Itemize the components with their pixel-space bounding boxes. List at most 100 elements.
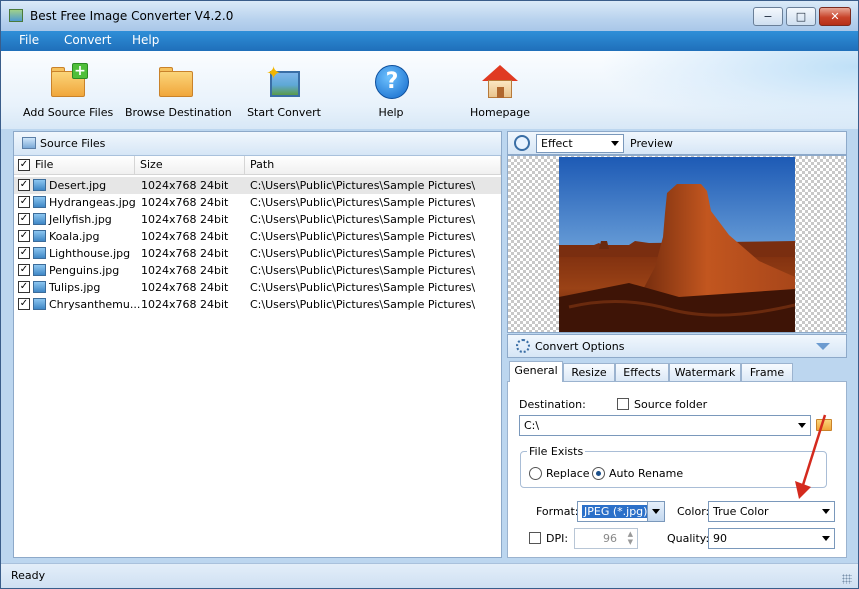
- row-checkbox[interactable]: ✓: [18, 281, 30, 293]
- preview-label: Preview: [630, 137, 673, 150]
- convert-options-title: Convert Options: [535, 340, 625, 353]
- menu-convert[interactable]: Convert: [64, 33, 111, 47]
- help-icon: ?: [371, 63, 411, 99]
- table-row[interactable]: ✓ Hydrangeas.jpg 1024x768 24bit C:\Users\Pu…: [14, 194, 501, 211]
- home-icon: [480, 63, 520, 99]
- column-header: ✓ File Size Path: [14, 156, 501, 175]
- image-thumbnail-icon: [33, 230, 46, 242]
- chevron-down-icon: [611, 141, 619, 146]
- path-cell: C:\Users\Public\Pictures\Sample Pictures…: [250, 298, 476, 311]
- dpi-spinner[interactable]: 96 ▲ ▼: [574, 528, 638, 549]
- collapse-chevron-icon[interactable]: [816, 343, 830, 350]
- row-checkbox[interactable]: ✓: [18, 230, 30, 242]
- tab-frame[interactable]: Frame: [741, 363, 793, 381]
- convert-options-header[interactable]: Convert Options: [507, 334, 847, 358]
- table-row[interactable]: ✓ Lighthouse.jpg 1024x768 24bit C:\Users\Pu…: [14, 245, 501, 262]
- size-cell: 1024x768 24bit: [141, 179, 229, 192]
- chevron-down-icon: [822, 509, 830, 514]
- size-cell: 1024x768 24bit: [141, 213, 229, 226]
- format-label: Format:: [536, 505, 579, 518]
- color-select[interactable]: True Color: [708, 501, 835, 522]
- tab-general[interactable]: General: [509, 361, 563, 382]
- row-checkbox[interactable]: ✓: [18, 179, 30, 191]
- table-row[interactable]: ✓ Koala.jpg 1024x768 24bit C:\Users\Public\…: [14, 228, 501, 245]
- row-checkbox[interactable]: ✓: [18, 264, 30, 276]
- title-bar[interactable]: Best Free Image Converter V4.2.0 − □ ✕: [1, 1, 858, 31]
- file-name-cell: Jellyfish.jpg: [49, 213, 112, 226]
- add-source-files-label: Add Source Files: [23, 106, 114, 119]
- help-button[interactable]: ? Help: [367, 59, 415, 125]
- close-button[interactable]: ✕: [819, 7, 851, 26]
- homepage-button[interactable]: Homepage: [470, 59, 530, 125]
- app-icon: [9, 9, 23, 22]
- resize-grip-icon[interactable]: [842, 574, 852, 584]
- replace-radio[interactable]: [529, 467, 542, 480]
- format-select[interactable]: JPEG (*.jpg): [577, 501, 665, 522]
- size-cell: 1024x768 24bit: [141, 281, 229, 294]
- file-name-cell: Chrysanthemu...: [49, 298, 141, 311]
- start-convert-button[interactable]: ✦ Start Convert: [245, 59, 323, 125]
- dpi-checkbox[interactable]: [529, 532, 541, 544]
- source-folder-label: Source folder: [634, 398, 708, 411]
- minimize-button[interactable]: −: [753, 7, 783, 26]
- status-text: Ready: [11, 569, 46, 582]
- menu-file[interactable]: File: [19, 33, 39, 47]
- image-thumbnail-icon: [33, 247, 46, 259]
- replace-label: Replace: [546, 467, 590, 480]
- size-cell: 1024x768 24bit: [141, 230, 229, 243]
- source-files-header: Source Files: [14, 132, 501, 156]
- effect-select[interactable]: Effect: [536, 134, 624, 153]
- column-size[interactable]: Size: [140, 158, 163, 171]
- path-cell: C:\Users\Public\Pictures\Sample Pictures…: [250, 213, 476, 226]
- magic-wand-picture-icon: ✦: [264, 63, 304, 99]
- toolbar: + Add Source Files Browse Destination ✦ …: [1, 51, 858, 129]
- color-value: True Color: [713, 505, 769, 518]
- row-checkbox[interactable]: ✓: [18, 247, 30, 259]
- annotation-arrow: [795, 414, 827, 499]
- file-name-cell: Koala.jpg: [49, 230, 100, 243]
- dpi-value: 96: [603, 532, 617, 545]
- destination-combobox[interactable]: C:\: [519, 415, 811, 436]
- row-checkbox[interactable]: ✓: [18, 213, 30, 225]
- image-thumbnail-icon: [33, 196, 46, 208]
- path-cell: C:\Users\Public\Pictures\Sample Pictures…: [250, 247, 476, 260]
- row-checkbox[interactable]: ✓: [18, 298, 30, 310]
- spinner-arrows-icon[interactable]: ▲ ▼: [628, 530, 633, 546]
- add-source-files-button[interactable]: + Add Source Files: [23, 59, 113, 125]
- source-files-panel: Source Files ✓ File Size Path ✓ Desert.jp…: [13, 131, 502, 558]
- select-all-checkbox[interactable]: ✓: [18, 159, 30, 171]
- path-cell: C:\Users\Public\Pictures\Sample Pictures…: [250, 179, 476, 192]
- toolbar-decoration: [598, 51, 858, 129]
- options-tabs: General Resize Effects Watermark Frame: [507, 361, 847, 382]
- tab-effects[interactable]: Effects: [615, 363, 669, 381]
- chevron-down-icon: [822, 536, 830, 541]
- source-folder-checkbox[interactable]: [617, 398, 629, 410]
- destination-value: C:\: [524, 419, 540, 432]
- menu-bar: File Convert Help: [1, 31, 858, 51]
- table-row[interactable]: ✓ Tulips.jpg 1024x768 24bit C:\Users\Public…: [14, 279, 501, 296]
- table-row[interactable]: ✓ Penguins.jpg 1024x768 24bit C:\Users\Publ…: [14, 262, 501, 279]
- table-row[interactable]: ✓ Desert.jpg 1024x768 24bit C:\Users\Public…: [14, 177, 501, 194]
- file-exists-title: File Exists: [527, 445, 586, 458]
- path-cell: C:\Users\Public\Pictures\Sample Pictures…: [250, 281, 476, 294]
- auto-rename-radio[interactable]: [592, 467, 605, 480]
- table-row[interactable]: ✓ Jellyfish.jpg 1024x768 24bit C:\Users\Pub…: [14, 211, 501, 228]
- add-folder-icon: +: [48, 63, 88, 99]
- table-row[interactable]: ✓ Chrysanthemu... 1024x768 24bit C:\Users\P…: [14, 296, 501, 313]
- image-icon: [22, 137, 36, 149]
- homepage-label: Homepage: [470, 106, 530, 119]
- browse-destination-button[interactable]: Browse Destination: [125, 59, 232, 125]
- row-checkbox[interactable]: ✓: [18, 196, 30, 208]
- tab-watermark[interactable]: Watermark: [669, 363, 741, 381]
- file-name-cell: Lighthouse.jpg: [49, 247, 131, 260]
- column-path[interactable]: Path: [250, 158, 274, 171]
- chevron-down-icon: [652, 509, 660, 514]
- tab-resize[interactable]: Resize: [563, 363, 615, 381]
- image-thumbnail-icon: [33, 281, 46, 293]
- menu-help[interactable]: Help: [132, 33, 159, 47]
- source-files-title: Source Files: [40, 137, 106, 150]
- quality-label: Quality:: [667, 532, 710, 545]
- column-file[interactable]: File: [35, 158, 53, 171]
- quality-select[interactable]: 90: [708, 528, 835, 549]
- maximize-button[interactable]: □: [786, 7, 816, 26]
